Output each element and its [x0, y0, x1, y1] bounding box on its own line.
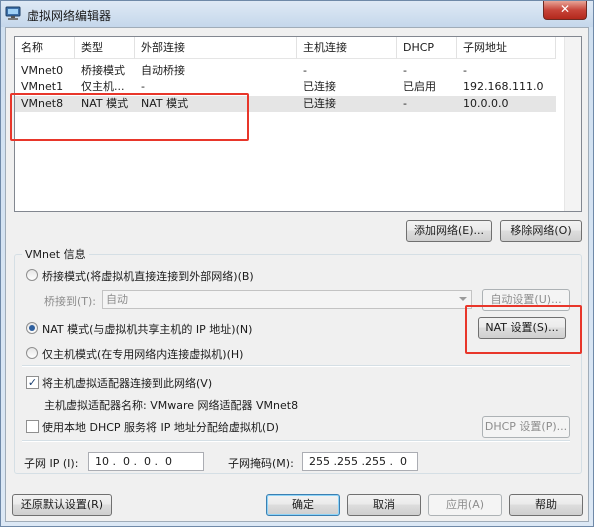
title-bar[interactable]: 虚拟网络编辑器 ✕	[1, 1, 593, 27]
use-dhcp-checkbox[interactable]	[26, 420, 39, 433]
cell-external: NAT 模式	[141, 97, 189, 110]
cell-host: -	[303, 64, 307, 77]
nat-settings-button[interactable]: NAT 设置(S)...	[478, 317, 566, 339]
cell-external: -	[141, 80, 145, 93]
auto-settings-button[interactable]: 自动设置(U)...	[482, 289, 570, 311]
column-header-host[interactable]: 主机连接	[297, 37, 397, 59]
table-row[interactable]: VMnet0 桥接模式 自动桥接 - - -	[15, 63, 556, 79]
table-scrollbar[interactable]	[564, 37, 581, 211]
bridge-to-label: 桥接到(T):	[44, 295, 97, 308]
cell-type: NAT 模式	[81, 97, 129, 110]
cell-type: 桥接模式	[81, 64, 125, 77]
connect-adapter-checkbox[interactable]: ✓	[26, 376, 39, 389]
bridge-mode-radio[interactable]	[26, 269, 38, 281]
column-header-dhcp[interactable]: DHCP	[397, 37, 457, 59]
cell-type: 仅主机...	[81, 80, 125, 93]
chevron-down-icon	[459, 297, 467, 301]
vmnet-info-legend: VMnet 信息	[22, 246, 89, 262]
use-dhcp-label[interactable]: 使用本地 DHCP 服务将 IP 地址分配给虚拟机(D)	[42, 419, 279, 435]
window-title: 虚拟网络编辑器	[27, 9, 112, 23]
cancel-button[interactable]: 取消	[347, 494, 421, 516]
cell-name: VMnet1	[21, 80, 64, 93]
cell-name: VMnet8	[21, 97, 64, 110]
ok-button[interactable]: 确定	[266, 494, 340, 516]
cell-name: VMnet0	[21, 64, 64, 77]
column-header-name[interactable]: 名称	[15, 37, 75, 59]
bridge-to-value: 自动	[106, 293, 128, 306]
add-network-button[interactable]: 添加网络(E)...	[406, 220, 492, 242]
nat-mode-label[interactable]: NAT 模式(与虚拟机共享主机的 IP 地址)(N)	[42, 321, 252, 337]
help-button[interactable]: 帮助	[509, 494, 583, 516]
column-header-type[interactable]: 类型	[75, 37, 135, 59]
cell-subnet: 10.0.0.0	[463, 97, 509, 110]
host-only-mode-label[interactable]: 仅主机模式(在专用网络内连接虚拟机)(H)	[42, 346, 243, 362]
dhcp-settings-button[interactable]: DHCP 设置(P)...	[482, 416, 570, 438]
restore-defaults-button[interactable]: 还原默认设置(R)	[12, 494, 112, 516]
cell-dhcp: -	[403, 64, 407, 77]
network-editor-icon	[5, 6, 21, 20]
cell-dhcp: 已启用	[403, 80, 436, 93]
subnet-mask-label: 子网掩码(M):	[228, 457, 294, 470]
cell-dhcp: -	[403, 97, 407, 110]
nat-mode-radio[interactable]	[26, 322, 38, 334]
bridge-mode-label[interactable]: 桥接模式(将虚拟机直接连接到外部网络)(B)	[42, 268, 254, 284]
remove-network-button[interactable]: 移除网络(O)	[500, 220, 582, 242]
apply-button[interactable]: 应用(A)	[428, 494, 502, 516]
table-row[interactable]: VMnet1 仅主机... - 已连接 已启用 192.168.111.0	[15, 79, 556, 95]
subnet-ip-field[interactable]: 10 . 0 . 0 . 0	[88, 452, 204, 471]
dialog-client-area: 名称 类型 外部连接 主机连接 DHCP 子网地址 VMnet0 桥接模式 自动…	[5, 27, 589, 522]
cell-subnet: -	[463, 64, 467, 77]
close-button[interactable]: ✕	[543, 1, 587, 20]
close-icon: ✕	[559, 2, 571, 16]
divider	[22, 365, 570, 367]
bridge-to-select[interactable]: 自动	[102, 290, 472, 309]
cell-host: 已连接	[303, 97, 336, 110]
column-header-external[interactable]: 外部连接	[135, 37, 297, 59]
divider	[22, 440, 570, 442]
subnet-mask-field[interactable]: 255 .255 .255 . 0	[302, 452, 418, 471]
table-row-selected[interactable]: VMnet8 NAT 模式 NAT 模式 已连接 - 10.0.0.0	[15, 96, 556, 112]
cell-host: 已连接	[303, 80, 336, 93]
cell-external: 自动桥接	[141, 64, 185, 77]
subnet-ip-label: 子网 IP (I):	[24, 457, 79, 470]
column-header-subnet[interactable]: 子网地址	[457, 37, 556, 59]
network-list[interactable]: 名称 类型 外部连接 主机连接 DHCP 子网地址 VMnet0 桥接模式 自动…	[14, 36, 582, 212]
host-only-mode-radio[interactable]	[26, 347, 38, 359]
adapter-name-label: 主机虚拟适配器名称: VMware 网络适配器 VMnet8	[44, 399, 299, 412]
connect-adapter-label[interactable]: 将主机虚拟适配器连接到此网络(V)	[42, 375, 212, 391]
cell-subnet: 192.168.111.0	[463, 80, 544, 93]
virtual-network-editor-window: 虚拟网络编辑器 ✕ 名称 类型 外部连接 主机连接 DHCP 子网地址 VMne…	[0, 0, 594, 527]
